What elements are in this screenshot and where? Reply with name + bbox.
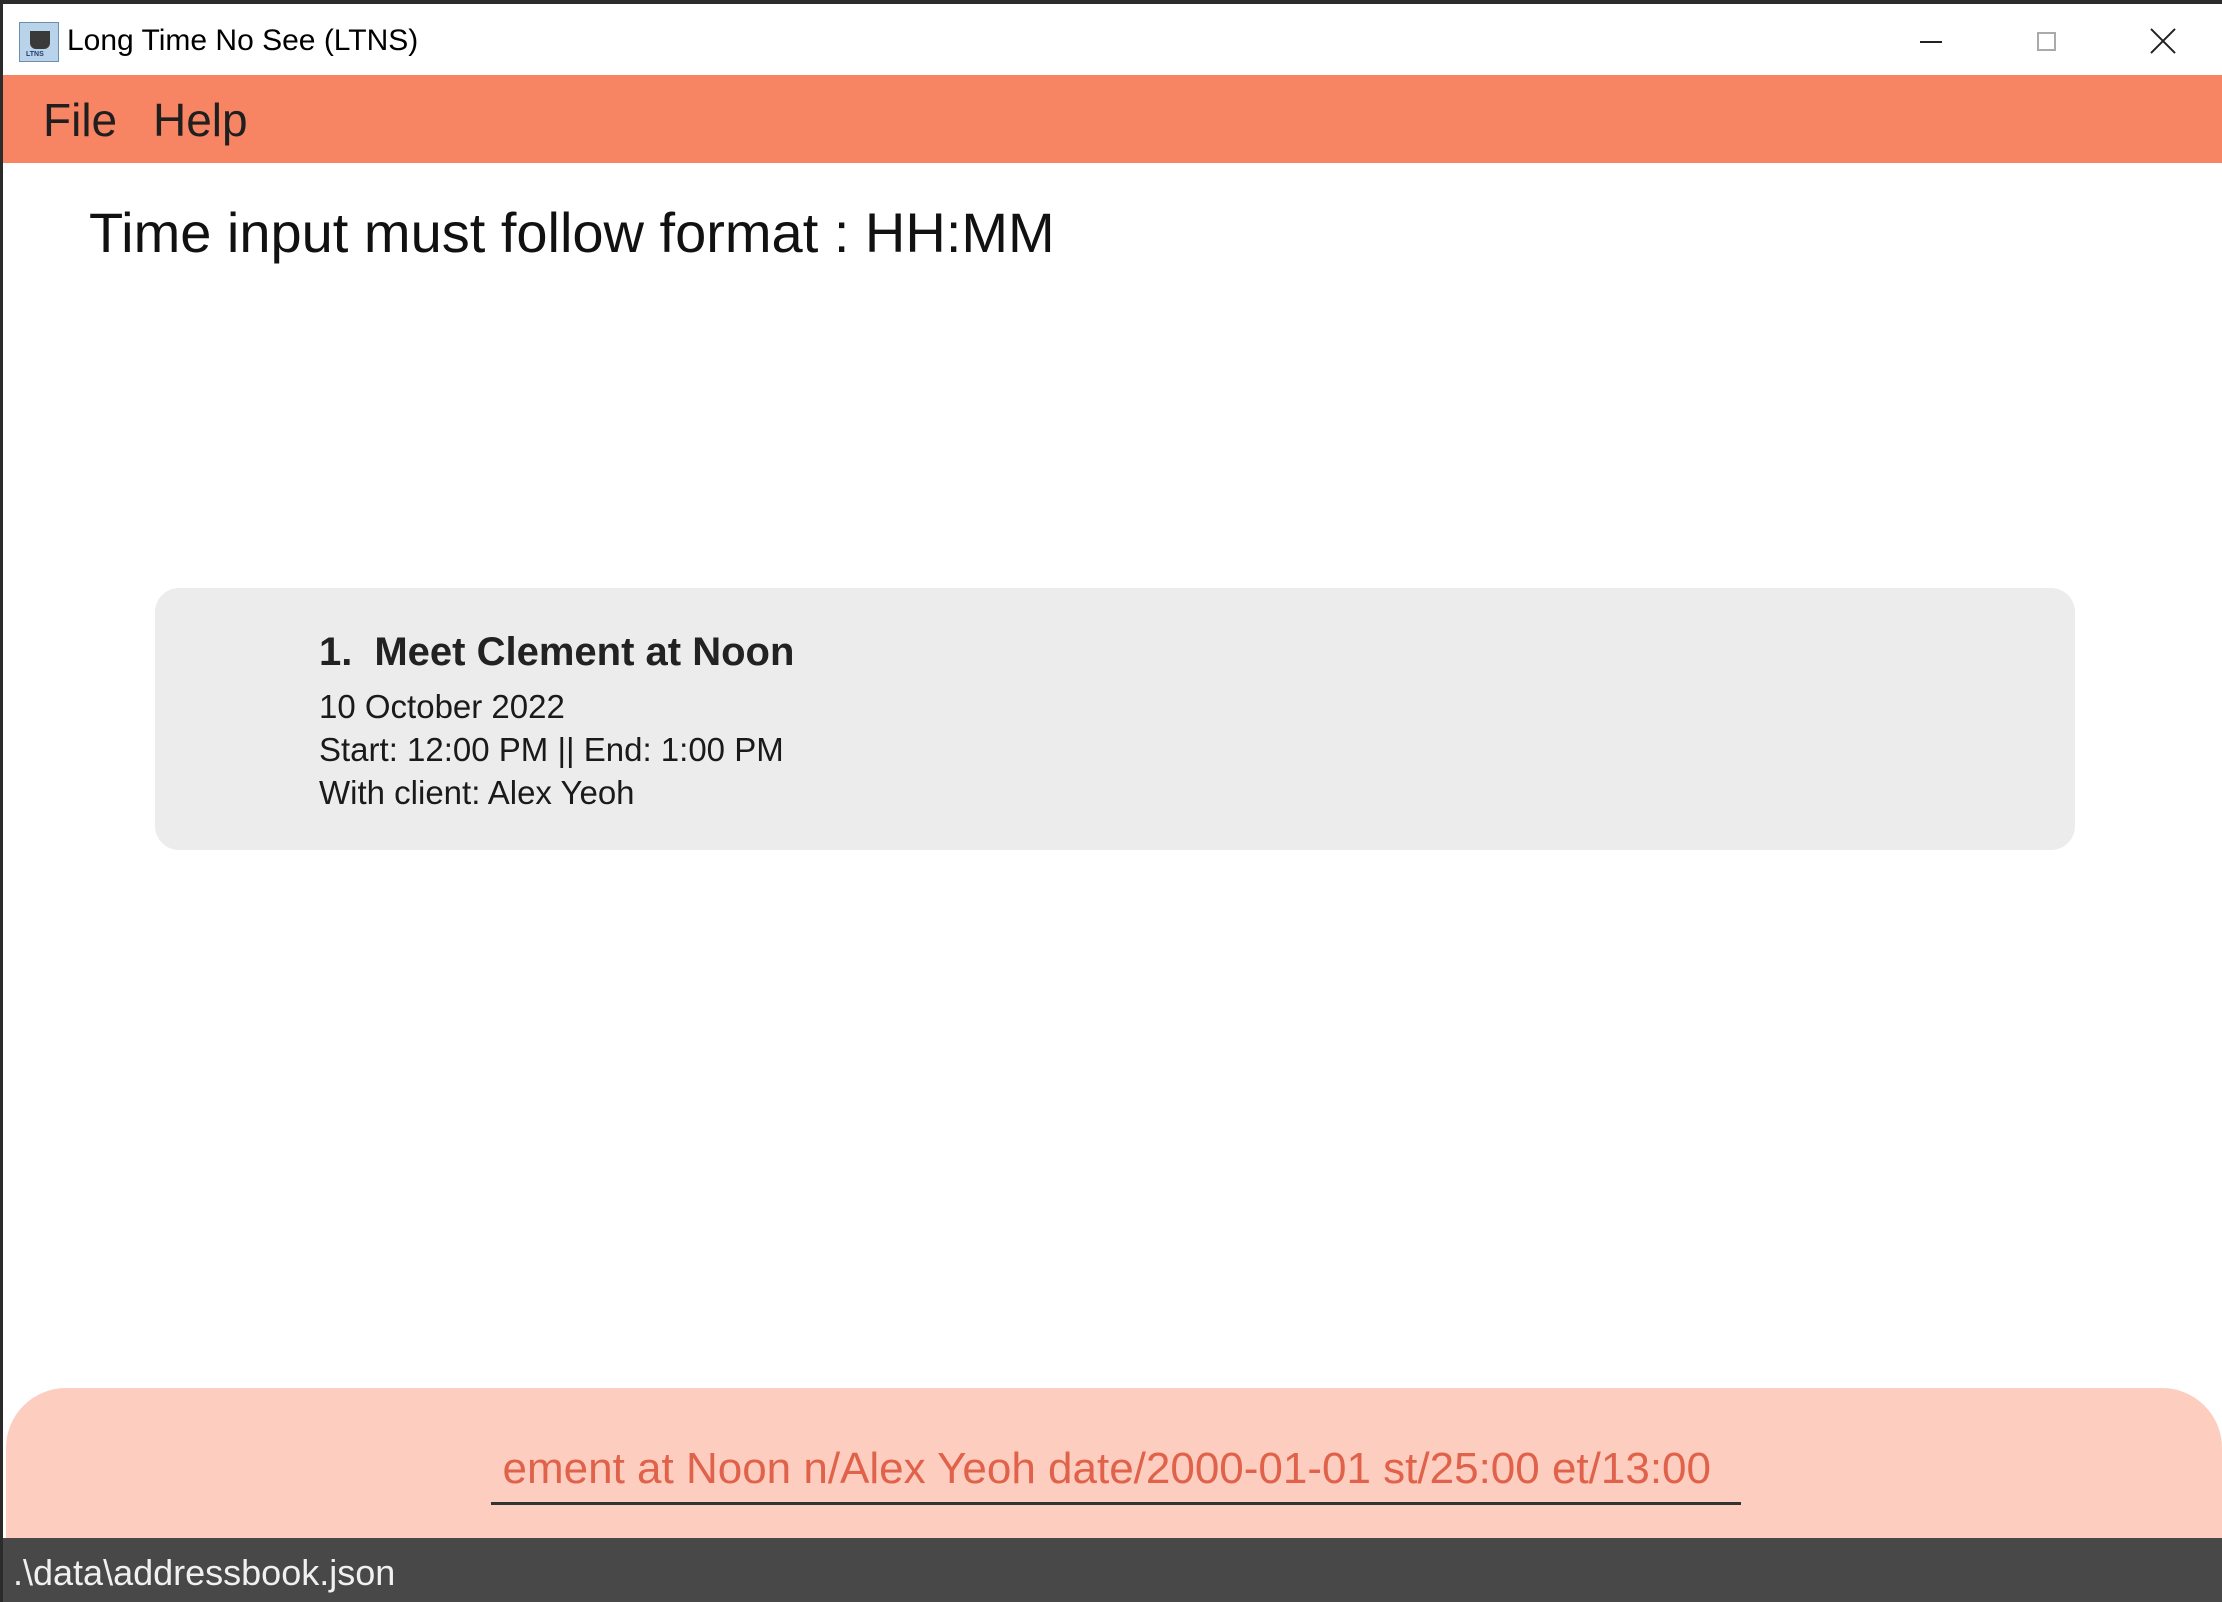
menu-file[interactable]: File xyxy=(43,93,117,147)
menu-bar: File Help xyxy=(3,75,2222,163)
meeting-title: 1. Meet Clement at Noon xyxy=(319,630,794,675)
status-bar: .\data\addressbook.json xyxy=(3,1538,2222,1602)
meeting-name: Meet Clement at Noon xyxy=(374,630,795,674)
maximize-button[interactable] xyxy=(1993,8,2103,78)
meeting-date: 10 October 2022 xyxy=(319,688,565,725)
maximize-icon xyxy=(2037,32,2056,51)
data-file-path: .\data\addressbook.json xyxy=(13,1552,396,1593)
meeting-client: With client: Alex Yeoh xyxy=(319,774,635,811)
close-icon xyxy=(2148,26,2178,56)
app-window: LTNS Long Time No See (LTNS) File Help T… xyxy=(0,0,2222,1602)
minimize-icon xyxy=(1920,41,1942,43)
meeting-time: Start: 12:00 PM || End: 1:00 PM xyxy=(319,731,784,768)
meeting-index: 1. xyxy=(319,630,353,674)
command-input-text: ement at Noon n/Alex Yeoh date/2000-01-0… xyxy=(502,1444,1711,1493)
command-input[interactable]: ement at Noon n/Alex Yeoh date/2000-01-0… xyxy=(491,1440,1741,1505)
coffee-cup-icon xyxy=(30,31,50,49)
app-icon: LTNS xyxy=(19,22,59,62)
menu-help[interactable]: Help xyxy=(153,93,248,147)
list-item[interactable]: 1. Meet Clement at Noon 10 October 2022 S… xyxy=(155,588,2075,850)
app-icon-label: LTNS xyxy=(26,51,44,58)
title-bar[interactable]: LTNS Long Time No See (LTNS) xyxy=(3,0,2222,75)
result-display: Time input must follow format : HH:MM xyxy=(89,201,1055,264)
window-title: Long Time No See (LTNS) xyxy=(67,24,419,57)
close-button[interactable] xyxy=(2108,8,2218,78)
command-box-area: ement at Noon n/Alex Yeoh date/2000-01-0… xyxy=(6,1388,2222,1538)
minimize-button[interactable] xyxy=(1878,8,1988,78)
